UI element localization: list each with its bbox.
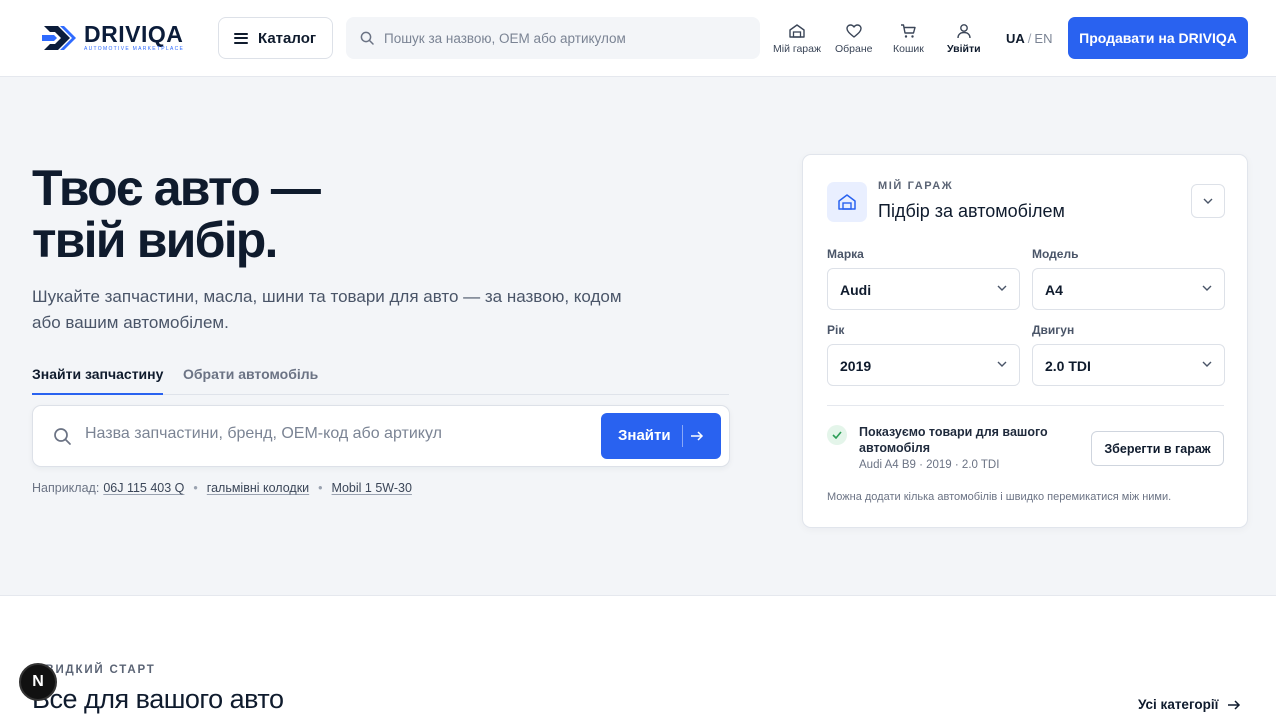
find-divider: [682, 425, 683, 447]
hero-title-line-2: твій вибір.: [32, 212, 278, 268]
garage-card-icon: [827, 182, 867, 222]
example-link-oil[interactable]: Mobil 1 5W-30: [332, 481, 412, 495]
search-icon: [54, 428, 71, 445]
nav-login-label: Увійти: [947, 43, 981, 55]
garage-icon: [789, 24, 805, 38]
arrow-right-icon: [1228, 699, 1241, 710]
chevron-down-icon: [1202, 285, 1212, 291]
example-link-brake-pads[interactable]: гальмівні колодки: [207, 481, 309, 495]
hero-subtitle: Шукайте запчастини, масла, шини та товар…: [32, 287, 622, 332]
examples-label: Наприклад:: [32, 481, 100, 495]
find-label: Знайти: [618, 427, 671, 444]
header-search-input[interactable]: [384, 30, 744, 46]
save-to-garage-button[interactable]: Зберегти в гараж: [1091, 431, 1224, 466]
lang-en[interactable]: EN: [1034, 31, 1052, 46]
model-select[interactable]: A4: [1032, 268, 1225, 310]
catalog-button[interactable]: Каталог: [218, 17, 333, 59]
example-link-oem[interactable]: 06J 115 403 Q: [103, 481, 184, 495]
top-header: DRIVIQA AUTOMOTIVE MARKETPLACE Каталог М…: [0, 0, 1276, 77]
model-label: Модель: [1032, 247, 1079, 261]
search-examples: Наприклад: 06J 115 403 Q • гальмівні кол…: [32, 481, 412, 495]
arrow-right-icon: [691, 431, 704, 441]
language-switcher[interactable]: UA / EN: [1006, 31, 1052, 46]
year-value: 2019: [840, 358, 872, 374]
hero-title-line-1: Твоє авто —: [32, 160, 321, 216]
chevron-down-icon: [1203, 198, 1213, 204]
main-search-box: Знайти: [32, 405, 730, 467]
chevron-down-icon: [1202, 361, 1212, 367]
logo-tagline: AUTOMOTIVE MARKETPLACE: [84, 46, 185, 52]
heart-icon: [846, 24, 862, 38]
header-search[interactable]: [346, 17, 760, 59]
chevron-down-icon: [997, 285, 1007, 291]
garage-car-summary: Audi A4 B9 · 2019 · 2.0 TDI: [859, 459, 1000, 471]
year-label: Рік: [827, 323, 845, 337]
chevron-down-icon: [997, 361, 1007, 367]
all-categories-link[interactable]: Усі категорії: [1138, 697, 1241, 712]
engine-value: 2.0 TDI: [1045, 358, 1091, 374]
nav-garage-label: Мій гараж: [773, 43, 822, 55]
driviqa-logo[interactable]: DRIVIQA AUTOMOTIVE MARKETPLACE: [42, 20, 197, 56]
quick-start-section: ШВИДКИЙ СТАРТ Все для вашого авто Усі ка…: [0, 595, 1276, 720]
garage-collapse-button[interactable]: [1191, 184, 1225, 218]
example-separator: •: [318, 481, 323, 495]
hero-title: Твоє авто — твій вибір.: [32, 160, 321, 268]
search-tabs: Знайти запчастину Обрати автомобіль: [32, 362, 729, 395]
tab-choose-car[interactable]: Обрати автомобіль: [183, 366, 318, 382]
check-circle-icon: [827, 425, 847, 445]
nav-favorites[interactable]: Обране: [835, 22, 873, 55]
engine-label: Двигун: [1032, 323, 1075, 337]
garage-kicker: МІЙ ГАРАЖ: [878, 180, 954, 192]
garage-note: Можна додати кілька автомобілів і швидко…: [827, 491, 1172, 503]
garage-title: Підбір за автомобілем: [878, 201, 1065, 221]
search-icon: [360, 31, 374, 45]
nav-my-garage[interactable]: Мій гараж: [773, 22, 821, 55]
garage-card: МІЙ ГАРАЖ Підбір за автомобілем Марка Au…: [802, 154, 1248, 528]
example-separator: •: [193, 481, 198, 495]
garage-icon: [838, 194, 856, 210]
tab-find-part[interactable]: Знайти запчастину: [32, 366, 164, 395]
catalog-label: Каталог: [258, 29, 317, 47]
lang-separator: /: [1027, 31, 1032, 46]
make-label: Марка: [827, 247, 864, 261]
garage-divider: [827, 405, 1224, 406]
find-button[interactable]: Знайти: [601, 413, 721, 459]
quick-start-title: Все для вашого авто: [32, 684, 284, 714]
nav-favorites-label: Обране: [835, 43, 873, 55]
model-value: A4: [1045, 282, 1063, 298]
nav-cart[interactable]: Кошик: [893, 22, 924, 55]
all-categories-label: Усі категорії: [1138, 697, 1219, 712]
logo-mark-icon: [42, 26, 76, 50]
nav-login[interactable]: Увійти: [947, 22, 981, 55]
logo-name: DRIVIQA: [84, 21, 184, 47]
cart-icon: [901, 24, 917, 38]
main-search-input[interactable]: [85, 425, 585, 443]
year-select[interactable]: 2019: [827, 344, 1020, 386]
lang-ua[interactable]: UA: [1006, 31, 1025, 46]
sell-on-driviqa-button[interactable]: Продавати на DRIVIQA: [1068, 17, 1248, 59]
make-select[interactable]: Audi: [827, 268, 1020, 310]
dev-tools-badge[interactable]: N: [19, 663, 57, 701]
garage-status-text: Показуємо товари для вашого автомобіля: [859, 425, 1048, 455]
user-icon: [957, 24, 971, 39]
make-value: Audi: [840, 282, 872, 298]
nav-cart-label: Кошик: [893, 43, 924, 55]
engine-select[interactable]: 2.0 TDI: [1032, 344, 1225, 386]
menu-icon: [234, 32, 248, 44]
